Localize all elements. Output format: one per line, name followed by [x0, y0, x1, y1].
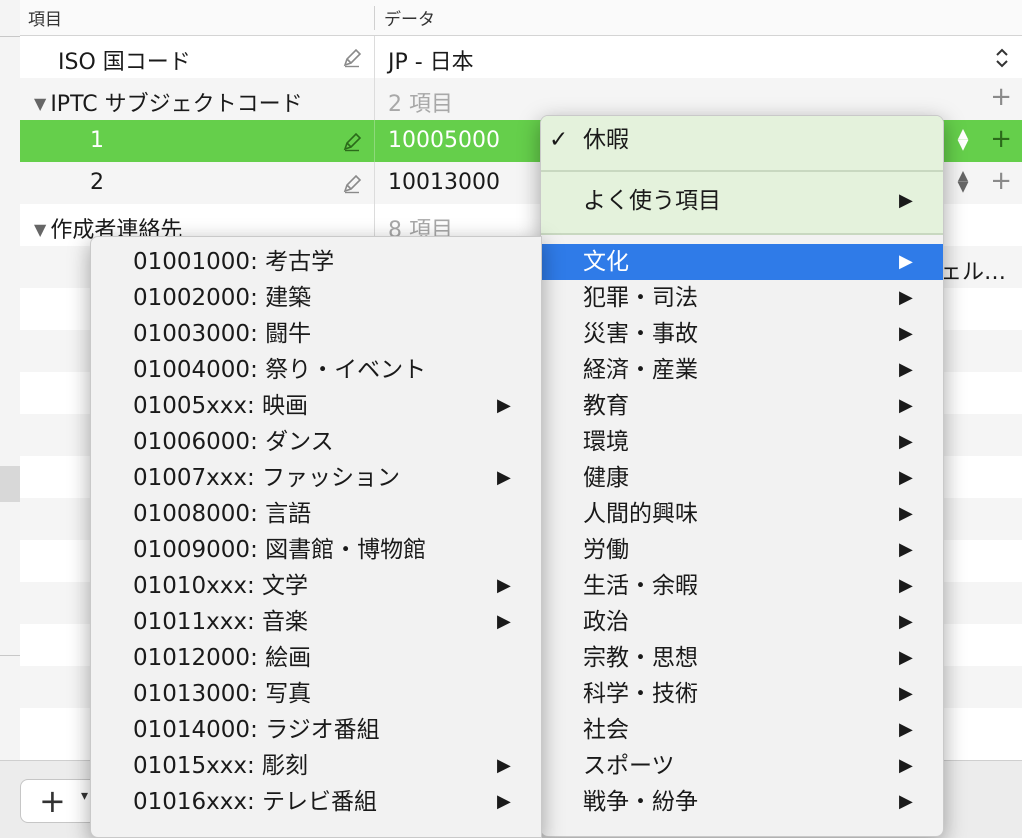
- menu-item-subcategory[interactable]: 01009000: 図書館・博物館: [91, 532, 541, 568]
- menu-item-category[interactable]: 経済・産業 ▶: [541, 352, 943, 388]
- column-separator: [374, 78, 375, 120]
- menu-item-category[interactable]: 宗教・思想 ▶: [541, 640, 943, 676]
- row-value: 10005000: [388, 128, 500, 153]
- submenu-arrow-icon: ▶: [899, 791, 913, 812]
- submenu-arrow-icon: ▶: [899, 611, 913, 632]
- up-down-arrows-icon[interactable]: ▲ ▼: [956, 169, 970, 194]
- menu-item-category[interactable]: 生活・余暇 ▶: [541, 568, 943, 604]
- row-label: 2: [90, 170, 104, 195]
- menu-item-subcategory[interactable]: 01005xxx: 映画 ▶: [91, 388, 541, 424]
- menu-item-category[interactable]: 政治 ▶: [541, 604, 943, 640]
- menu-item-category[interactable]: 災害・事故 ▶: [541, 316, 943, 352]
- checkmark-icon: ✓: [549, 127, 569, 153]
- submenu-arrow-icon: ▶: [899, 251, 913, 272]
- pencil-icon[interactable]: [342, 174, 362, 194]
- table-header: 項目 データ: [20, 0, 1022, 36]
- submenu-arrow-icon: ▶: [899, 395, 913, 416]
- row-value: JP - 日本: [388, 50, 474, 75]
- header-separator: [374, 6, 375, 30]
- menu-item-category[interactable]: スポーツ ▶: [541, 748, 943, 784]
- menu-item-subcategory[interactable]: 01006000: ダンス: [91, 424, 541, 460]
- plus-icon[interactable]: +: [990, 124, 1012, 154]
- submenu-arrow-icon: ▶: [899, 431, 913, 452]
- submenu-arrow-icon: ▶: [497, 791, 511, 812]
- header-item[interactable]: 項目: [28, 5, 62, 30]
- plus-icon[interactable]: +: [990, 166, 1012, 196]
- chevron-down-icon: ▾: [81, 788, 89, 804]
- menu-item-category[interactable]: 健康 ▶: [541, 460, 943, 496]
- menu-separator: [541, 233, 943, 235]
- menu-item-subcategory[interactable]: 01010xxx: 文学 ▶: [91, 568, 541, 604]
- menu-item-category[interactable]: 戦争・紛争 ▶: [541, 784, 943, 820]
- menu-item-subcategory[interactable]: 01001000: 考古学: [91, 244, 541, 280]
- menu-item-category[interactable]: 人間的興味 ▶: [541, 496, 943, 532]
- header-data[interactable]: データ: [384, 5, 435, 30]
- menu-item-category[interactable]: 科学・技術 ▶: [541, 676, 943, 712]
- menu-item-subcategory[interactable]: 01008000: 言語: [91, 496, 541, 532]
- submenu-arrow-icon: ▶: [899, 719, 913, 740]
- menu-item-subcategory[interactable]: 01002000: 建築: [91, 280, 541, 316]
- submenu-arrow-icon: ▶: [899, 323, 913, 344]
- menu-item-category[interactable]: 文化 ▶: [541, 244, 943, 280]
- submenu-arrow-icon: ▶: [899, 467, 913, 488]
- submenu-arrow-icon: ▶: [497, 395, 511, 416]
- row-label: IPTC サブジェクトコード: [50, 92, 303, 117]
- sidebar-rule: [0, 655, 20, 656]
- menu-item-subcategory[interactable]: 01011xxx: 音楽 ▶: [91, 604, 541, 640]
- column-separator: [374, 36, 375, 78]
- up-down-arrows-icon[interactable]: ▲ ▼: [956, 127, 970, 152]
- submenu-arrow-icon: ▶: [899, 287, 913, 308]
- submenu-arrow-icon: ▶: [497, 611, 511, 632]
- submenu-arrow-icon: ▶: [899, 755, 913, 776]
- truncated-value: ェル…: [940, 260, 1007, 285]
- sidebar-rule: [0, 36, 20, 37]
- menu-item-subcategory[interactable]: 01003000: 闘牛: [91, 316, 541, 352]
- submenu-arrow-icon: ▶: [899, 575, 913, 596]
- menu-item-subcategory[interactable]: 01013000: 写真: [91, 676, 541, 712]
- submenu-arrow-icon: ▶: [497, 755, 511, 776]
- menu-item-frequent[interactable]: よく使う項目 ▶: [541, 183, 943, 219]
- up-down-arrows-icon[interactable]: [994, 46, 1010, 70]
- row-value: 2 項目: [388, 92, 453, 117]
- pencil-icon[interactable]: [342, 132, 362, 152]
- menu-item-category[interactable]: 教育 ▶: [541, 388, 943, 424]
- submenu-arrow-icon: ▶: [497, 467, 511, 488]
- plus-icon[interactable]: +: [990, 82, 1012, 112]
- menu-item-subcategory[interactable]: 01007xxx: ファッション ▶: [91, 460, 541, 496]
- submenu-arrow-icon: ▶: [899, 190, 913, 211]
- row-label: 1: [90, 128, 104, 153]
- row-label: ISO 国コード: [58, 50, 191, 75]
- column-separator: [374, 162, 375, 204]
- column-separator: [374, 120, 375, 162]
- submenu-arrow-icon: ▶: [899, 503, 913, 524]
- disclosure-triangle-icon[interactable]: ▼: [34, 220, 46, 239]
- menu-item-subcategory[interactable]: 01014000: ラジオ番組: [91, 712, 541, 748]
- subcategory-menu: 01001000: 考古学 01002000: 建築 01003000: 闘牛 010…: [90, 236, 542, 838]
- submenu-arrow-icon: ▶: [497, 575, 511, 596]
- sidebar-selected-item[interactable]: [0, 466, 20, 502]
- table-row[interactable]: ISO 国コード JP - 日本: [20, 36, 1022, 78]
- pencil-icon[interactable]: [342, 48, 362, 68]
- category-menu: ✓ 休暇 よく使う項目 ▶ 文化 ▶ 犯罪・司法 ▶ 災害・事故 ▶ 経済・産業 ▶ 教育 ▶ 環境…: [540, 115, 944, 837]
- menu-item-subcategory[interactable]: 01012000: 絵画: [91, 640, 541, 676]
- plus-icon: +: [39, 782, 66, 820]
- submenu-arrow-icon: ▶: [899, 359, 913, 380]
- menu-item-category[interactable]: 労働 ▶: [541, 532, 943, 568]
- row-value: 10013000: [388, 170, 500, 195]
- sidebar-strip: [0, 0, 21, 827]
- submenu-arrow-icon: ▶: [899, 683, 913, 704]
- menu-item-subcategory[interactable]: 01015xxx: 彫刻 ▶: [91, 748, 541, 784]
- disclosure-triangle-icon[interactable]: ▼: [34, 94, 46, 113]
- menu-item-category[interactable]: 犯罪・司法 ▶: [541, 280, 943, 316]
- menu-item-checked[interactable]: ✓ 休暇: [541, 122, 943, 158]
- menu-item-subcategory[interactable]: 01016xxx: テレビ番組 ▶: [91, 784, 541, 820]
- submenu-arrow-icon: ▶: [899, 539, 913, 560]
- menu-item-category[interactable]: 環境 ▶: [541, 424, 943, 460]
- submenu-arrow-icon: ▶: [899, 647, 913, 668]
- menu-item-category[interactable]: 社会 ▶: [541, 712, 943, 748]
- menu-separator: [541, 170, 943, 172]
- table-row[interactable]: ▼ IPTC サブジェクトコード 2 項目 +: [20, 78, 1022, 120]
- menu-item-subcategory[interactable]: 01004000: 祭り・イベント: [91, 352, 541, 388]
